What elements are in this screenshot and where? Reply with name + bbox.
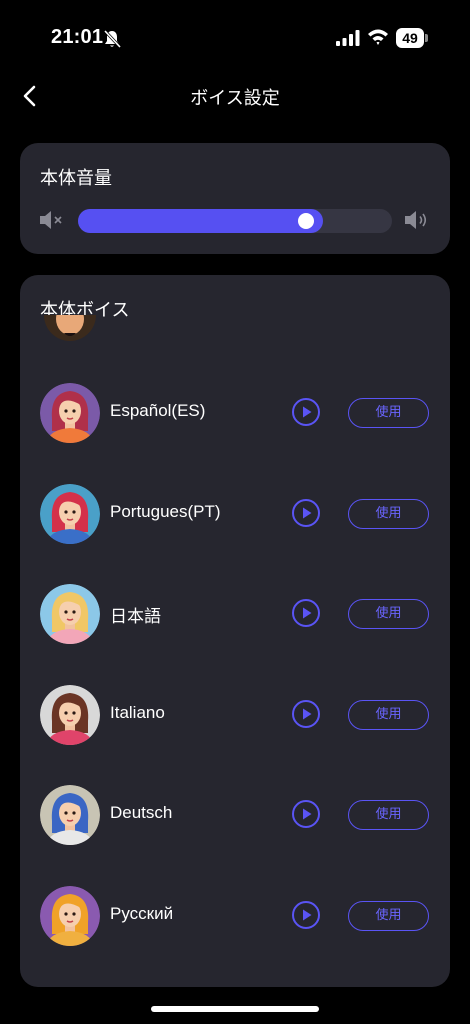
play-icon [303,909,312,921]
voice-row[interactable]: 日本語 使用 [20,584,450,646]
play-preview-button[interactable] [292,499,320,527]
play-preview-button[interactable] [292,599,320,627]
play-icon [303,406,312,418]
battery-tip [425,34,428,42]
play-icon [303,507,312,519]
use-voice-button[interactable]: 使用 [348,800,429,830]
voice-card: 本体ボイス Español(ES) 使用 Portugues(PT) 使用 日本語 使用 I… [20,275,450,987]
volume-slider[interactable] [78,209,392,233]
voice-row[interactable]: Español(ES) 使用 [20,383,450,445]
voice-row[interactable]: Italiano 使用 [20,685,450,747]
voice-label: 日本語 [110,607,161,626]
voice-row[interactable]: Русский 使用 [20,886,450,948]
play-preview-button[interactable] [292,901,320,929]
battery-indicator: 49 [396,28,428,48]
play-icon [303,708,312,720]
voice-avatar [40,685,100,745]
voice-avatar [40,584,100,644]
voice-avatar [40,484,100,544]
use-voice-button[interactable]: 使用 [348,499,429,529]
use-voice-button[interactable]: 使用 [348,901,429,931]
play-icon [303,607,312,619]
use-voice-button[interactable]: 使用 [348,599,429,629]
page-title: ボイス設定 [190,88,280,109]
status-time: 21:01 [51,26,104,48]
voice-label: Italiano [110,703,165,722]
wifi-icon [368,29,388,45]
partial-avatar [43,315,97,341]
voice-avatar [40,886,100,946]
volume-title: 本体音量 [40,168,112,189]
voice-row[interactable]: Portugues(PT) 使用 [20,484,450,546]
voice-label: Portugues(PT) [110,502,221,521]
volume-slider-fill [78,209,323,233]
voice-avatar [40,383,100,443]
voice-label: Deutsch [110,803,173,822]
voice-label: Español(ES) [110,401,206,420]
home-indicator[interactable] [151,1006,319,1012]
use-voice-button[interactable]: 使用 [348,398,429,428]
play-preview-button[interactable] [292,700,320,728]
volume-slider-thumb[interactable] [298,213,314,229]
battery-level: 49 [396,28,424,48]
voice-row[interactable]: Deutsch 使用 [20,785,450,847]
status-bar: 21:01 49 [0,0,470,76]
volume-max-icon[interactable] [404,209,432,231]
play-preview-button[interactable] [292,398,320,426]
use-voice-button[interactable]: 使用 [348,700,429,730]
voice-settings-screen: 21:01 49 ボイス設定 本体音量 本体ボイス Español(ES) 使用… [0,0,470,1024]
silent-bell-icon [103,29,122,49]
volume-mute-icon[interactable] [39,209,67,231]
play-preview-button[interactable] [292,800,320,828]
signal-icon [336,30,360,46]
play-icon [303,808,312,820]
voice-label: Русский [110,904,174,923]
volume-card: 本体音量 [20,143,450,254]
voice-avatar [40,785,100,845]
